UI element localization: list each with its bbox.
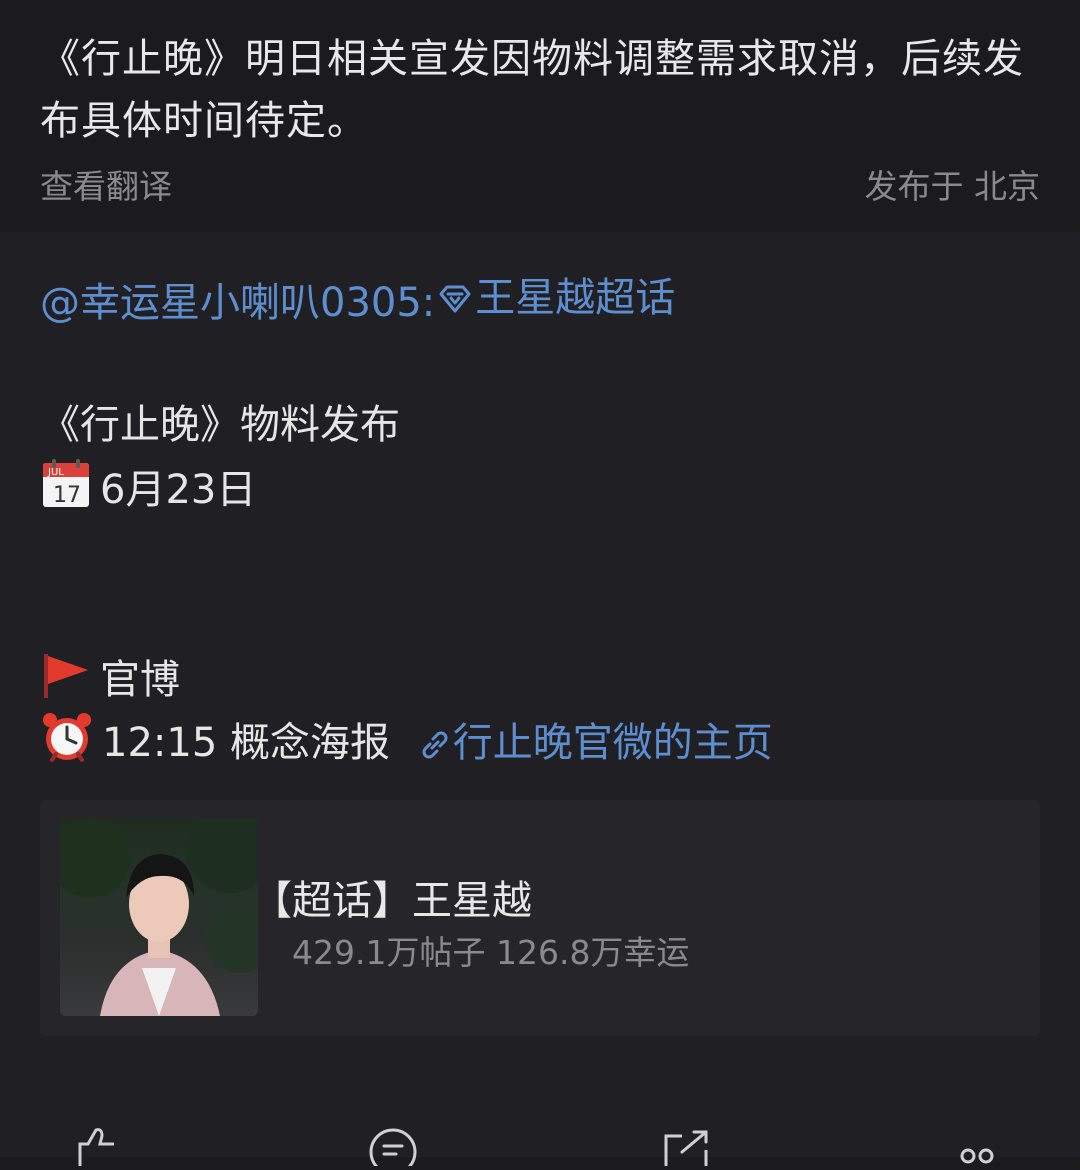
like-button[interactable]	[74, 1126, 124, 1166]
red-flag-icon	[40, 648, 92, 716]
alarm-clock-icon	[40, 710, 94, 780]
post-meta-row: 查看翻译 发布于 北京	[40, 160, 1040, 206]
share-button[interactable]	[662, 1126, 712, 1166]
post-location: 发布于 北京	[864, 167, 1041, 206]
official-homepage-label: 行止晚官微的主页	[452, 720, 773, 766]
repost-date-line: JUL 17 6月23日	[40, 458, 256, 526]
official-homepage-link[interactable]: 行止晚官微的主页	[417, 720, 773, 766]
date-text: 6月23日	[100, 467, 257, 513]
supertopic-diamond-icon	[439, 285, 471, 313]
action-bar	[0, 1120, 1080, 1170]
repost-mention-line: @幸运星小喇叭0305: 王星越超话	[40, 270, 675, 331]
calendar-day: 17	[53, 483, 81, 508]
mention-colon: :	[421, 280, 436, 326]
supertopic-avatar	[60, 818, 258, 1016]
link-chain-icon	[422, 731, 448, 759]
supertopic-card[interactable]	[40, 800, 1040, 1036]
repost-official-line: 官博	[40, 648, 180, 716]
share-icon	[664, 1130, 708, 1166]
supertopic-link[interactable]: 王星越超话	[435, 270, 675, 326]
more-button[interactable]	[956, 1126, 1006, 1166]
view-translation-link[interactable]: 查看翻译	[40, 160, 172, 208]
time-text: 12:15 概念海报	[102, 720, 390, 766]
calendar-icon: JUL 17	[40, 458, 92, 526]
repost-time-line: 12:15 概念海报 行止晚官微的主页	[40, 710, 773, 780]
supertopic-label: 王星越超话	[475, 275, 676, 321]
mention-link[interactable]: @幸运星小喇叭0305	[40, 280, 422, 326]
supertopic-card-stats: 429.1万帖子 126.8万幸运	[292, 933, 690, 972]
supertopic-card-title: 【超话】王星越	[252, 878, 532, 924]
more-icon	[960, 1148, 994, 1164]
comment-icon	[369, 1128, 417, 1170]
repost-title-line: 《行止晚》物料发布	[40, 402, 400, 448]
official-label: 官博	[100, 657, 180, 703]
calendar-month: JUL	[47, 467, 64, 478]
post-text: 《行止晚》明日相关宣发因物料调整需求取消，后续发布具体时间待定。	[40, 36, 1024, 144]
thumbs-up-icon	[78, 1128, 114, 1166]
comment-button[interactable]	[368, 1126, 418, 1170]
